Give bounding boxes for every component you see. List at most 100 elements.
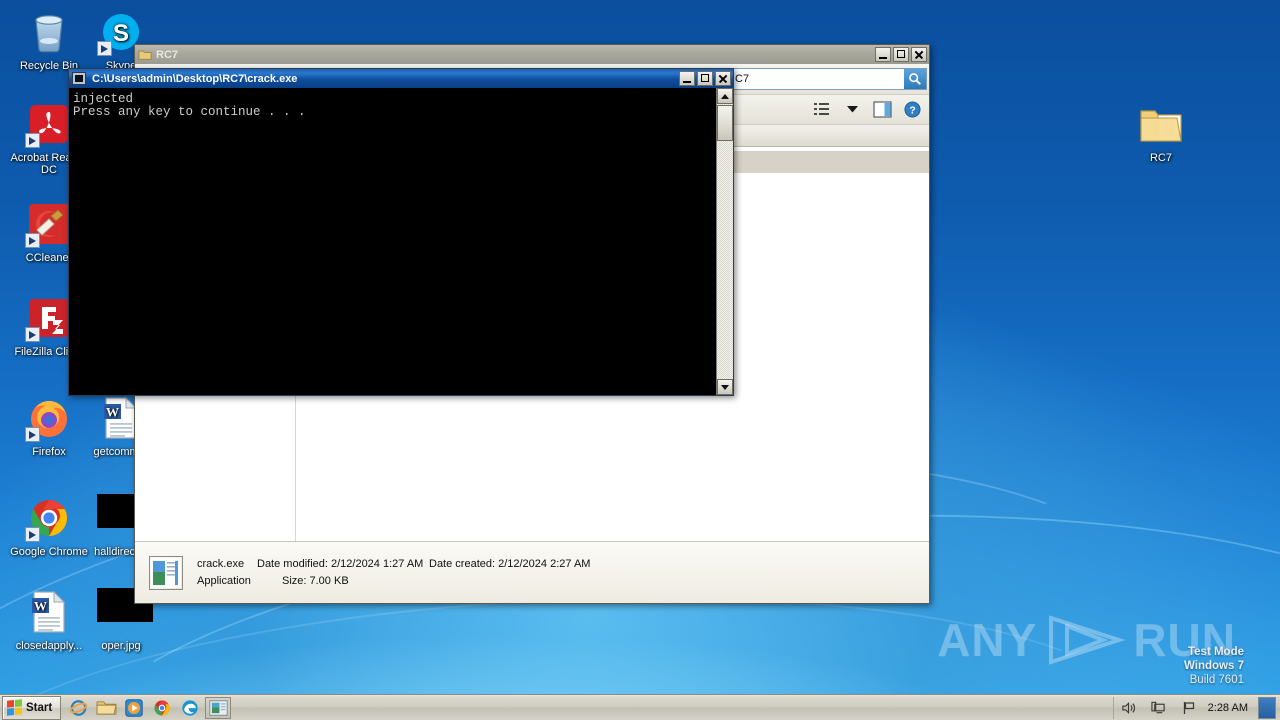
maximize-button[interactable] <box>893 47 909 62</box>
test-mode-line2: Windows 7 <box>1184 660 1244 672</box>
desktop-icon-label: closedapply... <box>15 640 83 652</box>
explorer-toolbar-right: ? <box>811 98 923 120</box>
word-document-icon: W <box>25 588 73 636</box>
details-file-name: crack.exe <box>197 557 245 570</box>
details-line-1: crack.exe Date modified: 2/12/2024 1:27 … <box>197 556 590 573</box>
folder-icon <box>138 50 152 60</box>
console-titlebar[interactable]: C:\Users\admin\Desktop\RC7\crack.exe <box>69 69 733 88</box>
system-tray: 2:28 AM <box>1112 696 1280 719</box>
edge-icon[interactable] <box>177 697 203 719</box>
search-box[interactable] <box>731 68 927 90</box>
test-mode-line3: Build 7601 <box>1189 674 1244 686</box>
monitor-icon <box>1151 701 1165 713</box>
svg-text:W: W <box>106 405 119 420</box>
folder-icon <box>1140 110 1182 142</box>
desktop-icon-recycle-bin[interactable]: Recycle Bin <box>10 8 88 72</box>
start-button-label: Start <box>26 701 53 714</box>
volume-icon[interactable] <box>1118 697 1140 719</box>
windows-explorer-icon[interactable] <box>93 697 119 719</box>
details-pane: crack.exe Date modified: 2/12/2024 1:27 … <box>135 541 929 603</box>
chrome-icon <box>25 494 73 542</box>
console-output: injected Press any key to continue . . . <box>73 92 306 119</box>
details-date-modified: Date modified: 2/12/2024 1:27 AM <box>257 557 424 570</box>
media-player-icon[interactable] <box>121 697 147 719</box>
recycle-bin-icon <box>25 8 73 56</box>
play-triangle-icon <box>1049 615 1126 665</box>
shortcut-overlay-icon <box>25 233 40 248</box>
explorer-window-controls[interactable] <box>875 47 927 62</box>
ccleaner-icon <box>25 200 73 248</box>
change-view-button[interactable] <box>811 98 833 120</box>
action-center-icon[interactable] <box>1178 697 1200 719</box>
command-prompt-window[interactable]: C:\Users\admin\Desktop\RC7\crack.exe inj… <box>68 68 734 396</box>
console-window-controls[interactable] <box>679 71 731 86</box>
desktop-icon-label: RC7 <box>1149 152 1172 164</box>
view-list-icon <box>814 103 829 115</box>
desktop-icon-google-chrome[interactable]: Google Chrome <box>10 494 88 558</box>
taskbar: Start 2:28 AM <box>0 694 1280 720</box>
details-file-size: Size: 7.00 KB <box>282 574 349 587</box>
svg-text:?: ? <box>909 105 915 116</box>
shortcut-overlay-icon <box>97 41 112 56</box>
minimize-button[interactable] <box>875 47 891 62</box>
desktop-icon-label: Google Chrome <box>10 546 88 558</box>
network-icon[interactable] <box>1148 697 1170 719</box>
details-file-type: Application <box>197 574 251 587</box>
shortcut-overlay-icon <box>25 133 40 148</box>
windows-logo-icon <box>7 699 22 716</box>
search-icon <box>909 73 921 85</box>
desktop-icon-firefox[interactable]: Firefox <box>10 394 88 458</box>
scroll-up-button[interactable] <box>717 88 733 104</box>
shortcut-overlay-icon <box>25 427 40 442</box>
chevron-down-icon <box>846 106 858 113</box>
preview-pane-icon <box>872 100 892 118</box>
console-scrollbar[interactable] <box>716 88 733 395</box>
clock-time[interactable]: 2:28 AM <box>1208 702 1248 714</box>
folder-icon <box>1137 100 1185 148</box>
help-icon: ? <box>903 100 921 118</box>
shortcut-overlay-icon <box>25 327 40 342</box>
maximize-button[interactable] <box>697 71 713 86</box>
preview-pane-button[interactable] <box>871 98 893 120</box>
test-mode-notice: Test Mode Windows 7 Build 7601 <box>1184 645 1244 687</box>
minimize-button[interactable] <box>679 71 695 86</box>
start-button[interactable]: Start <box>2 695 62 720</box>
close-button[interactable] <box>715 71 731 86</box>
file-thumbnail-icon <box>149 555 183 590</box>
internet-explorer-icon[interactable] <box>65 697 91 719</box>
desktop: Recycle Bin Acrobat Reader DC CCleaner File… <box>0 0 1280 720</box>
filezilla-icon <box>25 294 73 342</box>
console-title: C:\Users\admin\Desktop\RC7\crack.exe <box>92 72 298 85</box>
watermark-run: RUN <box>1133 614 1236 666</box>
close-button[interactable] <box>911 47 927 62</box>
console-window-task[interactable] <box>205 696 232 719</box>
acrobat-reader-icon <box>25 100 73 148</box>
quick-launch-bar <box>65 696 233 719</box>
desktop-icon-rc7[interactable]: RC7 <box>1122 100 1200 164</box>
show-desktop-button[interactable] <box>1258 696 1276 719</box>
shortcut-overlay-icon <box>25 527 40 542</box>
desktop-icon-closedapply[interactable]: Wclosedapply... <box>10 588 88 652</box>
explorer-title: RC7 <box>156 48 179 61</box>
details-text: crack.exe Date modified: 2/12/2024 1:27 … <box>197 556 590 590</box>
explorer-titlebar[interactable]: RC7 <box>135 45 929 64</box>
search-input[interactable] <box>732 69 904 89</box>
svg-text:S: S <box>113 20 129 47</box>
word-document-icon: W <box>32 590 66 633</box>
scroll-down-button[interactable] <box>717 379 733 395</box>
anyrun-watermark: ANY RUN <box>937 612 1236 668</box>
svg-text:W: W <box>34 599 47 614</box>
console-body[interactable]: injected Press any key to continue . . . <box>69 88 733 395</box>
details-date-created: Date created: 2/12/2024 2:27 AM <box>429 557 591 570</box>
watermark-any: ANY <box>937 614 1038 666</box>
chrome-icon[interactable] <box>149 697 175 719</box>
help-button[interactable]: ? <box>901 98 923 120</box>
firefox-icon <box>25 394 73 442</box>
view-dropdown-button[interactable] <box>841 98 863 120</box>
test-mode-line1: Test Mode <box>1187 646 1244 658</box>
speaker-icon <box>1122 701 1136 714</box>
desktop-icon-label: Firefox <box>32 446 66 458</box>
application-thumbnail <box>151 557 181 588</box>
search-button[interactable] <box>904 69 926 89</box>
scrollbar-thumb[interactable] <box>717 105 733 141</box>
